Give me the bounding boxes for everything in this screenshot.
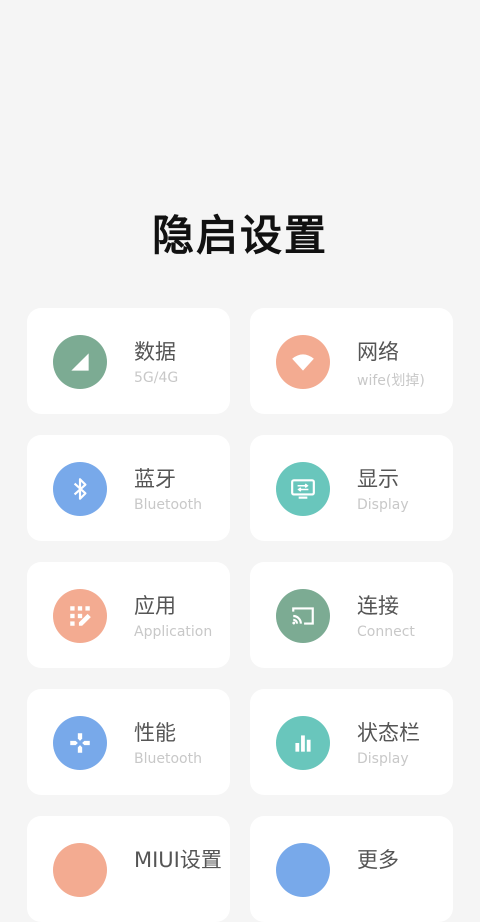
bar-chart-icon: [276, 716, 330, 770]
card-subtitle: Display: [357, 751, 409, 767]
card-label: 状态栏: [357, 721, 420, 745]
card-subtitle: Display: [357, 497, 409, 513]
card-subtitle: Application: [134, 624, 213, 640]
card-label: MIUI设置: [134, 848, 222, 872]
card-subtitle: Connect: [357, 624, 415, 640]
card-more[interactable]: 更多: [250, 816, 453, 922]
card-label: 蓝牙: [134, 467, 176, 491]
miui-icon: [53, 843, 107, 897]
gamepad-icon: [53, 716, 107, 770]
card-label: 显示: [357, 467, 399, 491]
card-network[interactable]: 网络 wife(划掉): [250, 308, 453, 414]
card-application[interactable]: 应用 Application: [27, 562, 230, 668]
card-performance[interactable]: 性能 Bluetooth: [27, 689, 230, 795]
apps-icon: [53, 589, 107, 643]
card-label: 应用: [134, 594, 176, 618]
signal-icon: [53, 335, 107, 389]
card-label: 连接: [357, 594, 399, 618]
cast-icon: [276, 589, 330, 643]
card-label: 网络: [357, 340, 399, 364]
card-subtitle: 5G/4G: [134, 370, 179, 386]
card-bluetooth[interactable]: 蓝牙 Bluetooth: [27, 435, 230, 541]
card-label: 更多: [357, 848, 399, 872]
display-icon: [276, 462, 330, 516]
card-label: 性能: [134, 721, 176, 745]
card-subtitle: Bluetooth: [134, 751, 202, 767]
card-statusbar[interactable]: 状态栏 Display: [250, 689, 453, 795]
card-data[interactable]: 数据 5G/4G: [27, 308, 230, 414]
wifi-icon: [276, 335, 330, 389]
bluetooth-icon: [53, 462, 107, 516]
page-title: 隐启设置: [151, 211, 328, 260]
card-display[interactable]: 显示 Display: [250, 435, 453, 541]
card-connect[interactable]: 连接 Connect: [250, 562, 453, 668]
card-label: 数据: [134, 340, 176, 364]
card-subtitle: Bluetooth: [134, 497, 202, 513]
more-icon: [276, 843, 330, 897]
card-subtitle: wife(划掉): [357, 373, 425, 389]
card-miui-settings[interactable]: MIUI设置: [27, 816, 230, 922]
